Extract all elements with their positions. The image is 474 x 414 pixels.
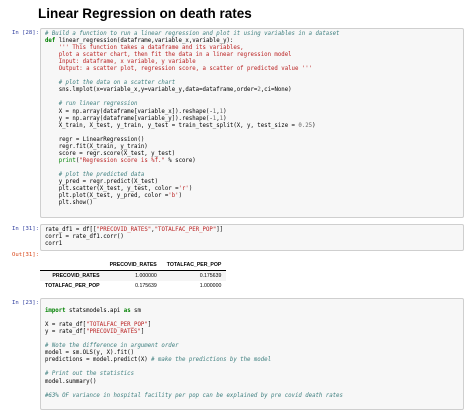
code-line: # run linear regression bbox=[58, 101, 138, 108]
table-cell: 1.000000 bbox=[199, 283, 222, 289]
code-cell-1[interactable]: # Build a function to run a linear regre… bbox=[40, 28, 464, 218]
code-line: ''' This function takes a dataframe and … bbox=[45, 45, 244, 52]
code-line: plt.scatter(X_test, y_test, color ='r') bbox=[45, 186, 193, 193]
code-line: import statsmodels.api as sm bbox=[45, 308, 141, 315]
cell-3-prompt: In [23]: bbox=[12, 300, 39, 306]
code-line: regr = LinearRegression() bbox=[45, 136, 145, 143]
code-line: score = regr.score(X_test, y_test) bbox=[45, 150, 176, 157]
code-line: # plot the predicted data bbox=[58, 171, 145, 178]
table-cell: 0.175639 bbox=[135, 283, 157, 289]
code-line: plot a scatter chart, then fit the data … bbox=[45, 52, 292, 59]
code-line: model = sm.OLS(y, X).fit() bbox=[45, 350, 135, 357]
table-index-header bbox=[40, 260, 105, 271]
table-row-index: TOTALFAC_PER_POP bbox=[45, 283, 100, 289]
code-line: #63% OF variance in hospital facility pe… bbox=[45, 392, 343, 399]
table-column-header: PRECOVID_RATES bbox=[104, 260, 162, 271]
table-cell: 0.175639 bbox=[199, 273, 222, 279]
output-2-prompt: Out[31]: bbox=[12, 252, 39, 258]
table-header-row: PRECOVID_RATES TOTALFAC_PER_POP bbox=[40, 260, 227, 271]
code-line: Output: a scatter plot, regression score… bbox=[45, 66, 313, 73]
code-line: # Note the difference in argument order bbox=[45, 343, 179, 350]
code-line: regr.fit(X_train, y_train) bbox=[45, 143, 148, 150]
code-line: predictions = model.predict(X) # make th… bbox=[45, 357, 272, 364]
table-column-header: TOTALFAC_PER_POP bbox=[161, 260, 227, 271]
cell-1-prompt: In [28]: bbox=[12, 30, 39, 36]
code-line: def linear_regression(dataframe,variable… bbox=[45, 38, 234, 45]
code-line: plt.show() bbox=[45, 200, 93, 207]
code-line: y_pred = regr.predict(X_test) bbox=[45, 178, 158, 185]
code-cell-3-lines: import statsmodels.api as sm X = rate_df[… bbox=[45, 301, 459, 400]
table-cell: 1.000000 bbox=[135, 273, 157, 279]
code-line: sns.lmplot(x=variable_x,y=variable_y,dat… bbox=[45, 87, 292, 94]
code-cell-2-lines: rate_df1 = df[["PRECOVID_RATES","TOTALFA… bbox=[45, 227, 459, 248]
code-line: plt.plot(X_test, y_pred, color ='b') bbox=[45, 193, 182, 200]
code-line: # Print out the statistics bbox=[45, 371, 135, 378]
table-row: TOTALFAC_PER_POP 0.175639 1.000000 bbox=[40, 281, 226, 291]
code-line: X = rate_df["TOTALFAC_PER_POP"] bbox=[45, 322, 152, 329]
code-line: corr1 bbox=[45, 241, 63, 248]
cell-2-prompt: In [31]: bbox=[12, 226, 39, 232]
code-line: X_train, X_test, y_train, y_test = train… bbox=[45, 122, 316, 129]
code-line: y = np.array(dataframe[variable_y]).resh… bbox=[45, 115, 227, 122]
code-line: print("Regression score is %f." % score) bbox=[58, 157, 196, 164]
code-line: # plot the data on a scatter chart bbox=[58, 80, 176, 87]
code-line: Input: dataframe, x variable, y variable bbox=[45, 59, 196, 66]
code-line: # Build a function to run a linear regre… bbox=[45, 31, 340, 37]
code-line: corr1 = rate_df1.corr() bbox=[45, 234, 124, 241]
notebook-heading: Linear Regression on death rates bbox=[38, 6, 252, 21]
correlation-table: PRECOVID_RATES TOTALFAC_PER_POP PRECOVID… bbox=[40, 260, 227, 291]
table-row-index: PRECOVID_RATES bbox=[52, 273, 100, 279]
code-line: X = np.array(dataframe[variable_x]).resh… bbox=[45, 108, 227, 115]
table-row: PRECOVID_RATES 1.000000 0.175639 bbox=[40, 270, 227, 281]
code-cell-1-lines: # Build a function to run a linear regre… bbox=[45, 31, 459, 207]
code-cell-3[interactable]: import statsmodels.api as sm X = rate_df[… bbox=[40, 298, 464, 410]
code-cell-2[interactable]: rate_df1 = df[["PRECOVID_RATES","TOTALFA… bbox=[40, 224, 464, 251]
code-line: y = rate_df["PRECOVID_RATES"] bbox=[45, 329, 145, 336]
code-line: rate_df1 = df[["PRECOVID_RATES","TOTALFA… bbox=[45, 227, 224, 233]
code-line: model.summary() bbox=[45, 378, 97, 385]
